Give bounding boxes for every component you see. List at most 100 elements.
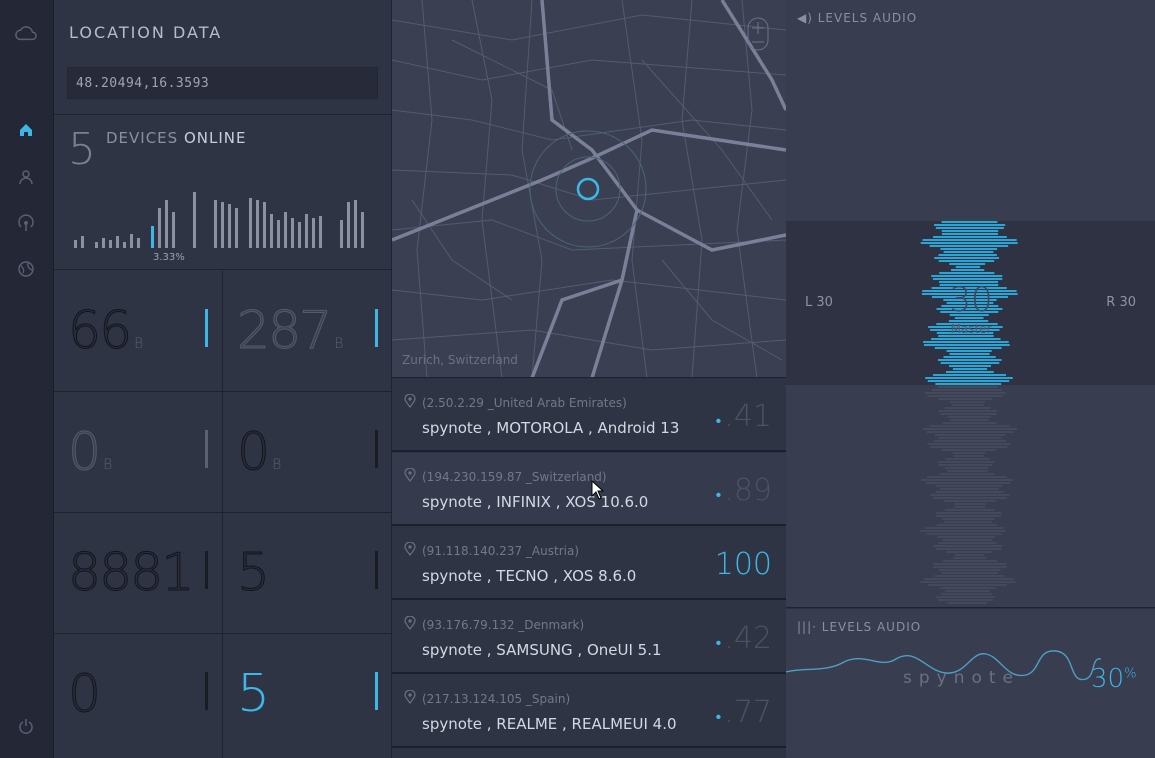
stat-cell: 66 B bbox=[54, 271, 223, 392]
activity-bar bbox=[81, 236, 84, 248]
activity-bar bbox=[193, 192, 196, 248]
activity-bar bbox=[284, 212, 287, 248]
activity-bar bbox=[158, 208, 161, 248]
stat-cell: 8881 bbox=[54, 513, 223, 634]
list-item[interactable]: (217.13.124.105 _Spain) spynote , REALME… bbox=[392, 675, 786, 748]
devices-count: 5 bbox=[68, 124, 96, 175]
devices-label: DEVICES ONLINE bbox=[106, 129, 246, 147]
cloud-icon bbox=[15, 22, 37, 44]
activity-bar bbox=[256, 200, 259, 248]
activity-bar bbox=[130, 234, 133, 248]
activity-bar bbox=[340, 220, 343, 248]
stat-value: 5 bbox=[237, 664, 270, 724]
activity-bar bbox=[95, 242, 98, 248]
activity-bar bbox=[312, 218, 315, 248]
activity-bar bbox=[298, 222, 301, 248]
activity-bar bbox=[347, 202, 350, 248]
right-channel-label: R 30 bbox=[1106, 295, 1136, 310]
activity-bar bbox=[319, 216, 322, 248]
list-item[interactable]: (194.230.159.87 _Switzerland) spynote , … bbox=[392, 453, 786, 526]
map-pin-icon bbox=[404, 690, 416, 704]
map-view[interactable]: Zurich, Switzerland bbox=[392, 0, 786, 378]
device-name: spynote , INFINIX , XOS 10.6.0 bbox=[422, 493, 649, 511]
device-name: spynote , TECNO , XOS 8.6.0 bbox=[422, 567, 637, 585]
stat-value: 5 bbox=[236, 543, 270, 604]
location-title: LOCATION DATA bbox=[69, 23, 223, 42]
list-item[interactable]: (2.50.2.29 _United Arab Emirates) spynot… bbox=[392, 379, 786, 452]
street-map[interactable] bbox=[392, 0, 786, 378]
stat-marker bbox=[205, 430, 208, 468]
globe-icon[interactable] bbox=[15, 258, 37, 280]
left-channel-label: L 30 bbox=[805, 295, 833, 310]
audio2-brand: spynote bbox=[903, 668, 1021, 688]
activity-bar bbox=[74, 240, 77, 248]
stat-value: 0B bbox=[236, 422, 282, 483]
device-value: 100 bbox=[714, 547, 772, 582]
activity-bar bbox=[228, 204, 231, 248]
device-address: (217.13.124.105 _Spain) bbox=[422, 692, 571, 706]
antenna-icon[interactable] bbox=[15, 212, 37, 234]
device-value: • .77 bbox=[715, 695, 772, 730]
device-address: (2.50.2.29 _United Arab Emirates) bbox=[422, 396, 627, 410]
master-value: 30 bbox=[949, 280, 993, 320]
list-item[interactable]: (93.176.79.132 _Denmark) spynote , SAMSU… bbox=[392, 601, 786, 674]
activity-bar bbox=[361, 212, 364, 248]
activity-bar bbox=[109, 240, 112, 248]
stat-marker bbox=[375, 551, 378, 589]
stat-value: 0 bbox=[67, 664, 101, 725]
device-address: (91.118.140.237 _Austria) bbox=[422, 544, 579, 558]
activity-bar bbox=[172, 212, 175, 248]
audio-levels-panel-2: |||· LEVELS AUDIO spynote 30% bbox=[786, 609, 1155, 758]
activity-bar bbox=[137, 238, 140, 248]
stat-marker bbox=[205, 309, 208, 347]
map-pin-icon bbox=[404, 616, 416, 630]
master-label: Master bbox=[950, 322, 992, 336]
audio2-percent: 30% bbox=[1091, 664, 1137, 694]
user-icon[interactable] bbox=[15, 166, 37, 188]
stat-marker bbox=[375, 672, 378, 710]
activity-bar bbox=[165, 200, 168, 248]
home-icon[interactable] bbox=[15, 119, 37, 141]
stat-value: 66 B bbox=[67, 301, 144, 362]
stat-value: 287 B bbox=[236, 301, 344, 362]
map-pin-icon bbox=[404, 468, 416, 482]
activity-bar bbox=[102, 238, 105, 248]
stat-value: 0B bbox=[67, 422, 113, 483]
stat-cell: 5 bbox=[223, 634, 392, 758]
stat-cell: 0B bbox=[54, 392, 223, 513]
stats-grid: 66 B 287 B 0B 0B 8881 5 0 5 bbox=[54, 271, 392, 758]
activity-bar bbox=[151, 226, 154, 248]
stat-cell: 0B bbox=[223, 392, 392, 513]
activity-bar bbox=[123, 242, 126, 248]
activity-bar bbox=[305, 214, 308, 248]
device-name: spynote , REALME , REALMEUI 4.0 bbox=[422, 715, 677, 733]
device-list: (2.50.2.29 _United Arab Emirates) spynot… bbox=[392, 379, 786, 758]
activity-bar bbox=[221, 202, 224, 248]
activity-bar bbox=[116, 236, 119, 248]
stat-marker bbox=[205, 672, 208, 710]
stat-cell: 5 bbox=[223, 513, 392, 634]
stat-marker bbox=[205, 551, 208, 589]
devices-label-suffix: ONLINE bbox=[183, 129, 247, 147]
power-icon[interactable] bbox=[15, 715, 37, 737]
activity-bar bbox=[270, 214, 273, 248]
audio-levels-panel: ◀) LEVELS AUDIO L 30 R 30 30 Master bbox=[786, 0, 1155, 608]
activity-bar bbox=[354, 200, 357, 248]
map-pin-icon bbox=[404, 394, 416, 408]
devices-label-prefix: DEVICES bbox=[106, 129, 179, 147]
activity-bar bbox=[235, 208, 238, 248]
stats-column: LOCATION DATA 48.20494,16.3593 5 DEVICES… bbox=[54, 0, 392, 758]
icon-rail bbox=[0, 0, 54, 758]
activity-bar bbox=[291, 218, 294, 248]
stat-marker bbox=[375, 430, 378, 468]
stat-value: 8881 bbox=[67, 543, 194, 604]
stat-cell: 0 bbox=[54, 634, 223, 758]
device-name: spynote , SAMSUNG , OneUI 5.1 bbox=[422, 641, 662, 659]
list-item[interactable]: (91.118.140.237 _Austria) spynote , TECN… bbox=[392, 527, 786, 600]
activity-bars bbox=[74, 188, 374, 248]
activity-bar bbox=[214, 200, 217, 248]
activity-bar bbox=[277, 220, 280, 248]
device-name: spynote , MOTOROLA , Android 13 bbox=[422, 419, 680, 437]
mouse-cursor-icon bbox=[591, 480, 605, 500]
coords-field[interactable]: 48.20494,16.3593 bbox=[67, 67, 378, 99]
